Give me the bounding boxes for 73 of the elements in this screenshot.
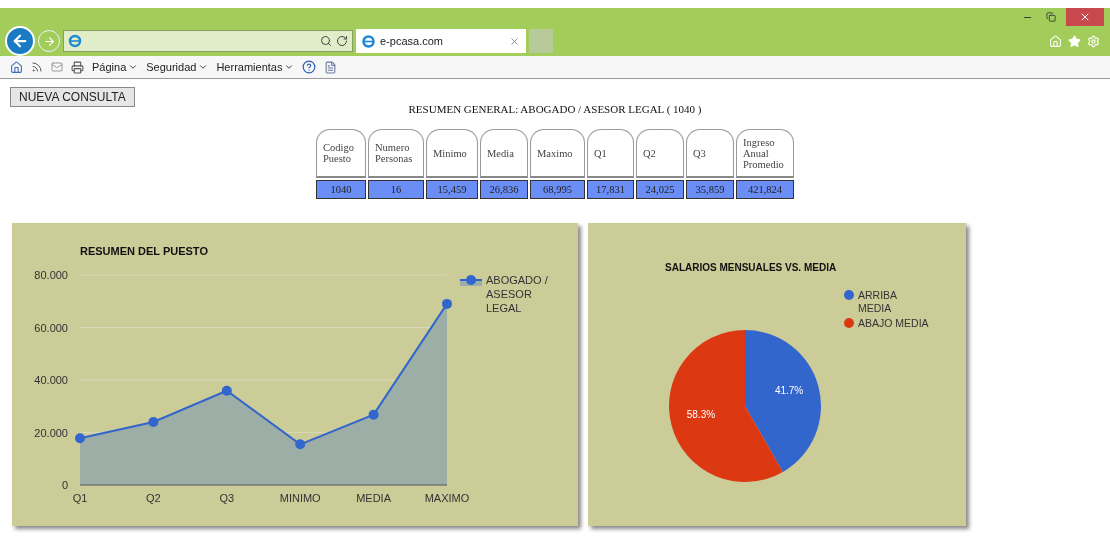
column-header: Q1: [587, 129, 634, 178]
table-cell: 17,831: [587, 180, 634, 199]
back-button[interactable]: [5, 26, 35, 56]
arrow-right-icon: [42, 34, 56, 48]
address-field[interactable]: [63, 30, 353, 52]
table-cell: 1040: [316, 180, 366, 199]
slice-value-label: 41.7%: [774, 385, 804, 397]
globe-e-icon: [362, 34, 375, 48]
caret-icon: [128, 62, 139, 72]
table-cell: 24,025: [636, 180, 684, 199]
legend-marker-icon: [459, 275, 483, 286]
home-icon[interactable]: [10, 60, 23, 74]
y-tick-label: 0: [61, 479, 68, 491]
x-tick-label: Q3: [219, 492, 235, 504]
x-tick-label: MINIMO: [279, 492, 321, 504]
toolbar-menu[interactable]: Seguridad: [146, 61, 209, 73]
summary-title: RESUMEN GENERAL: ABOGADO / ASESOR LEGAL ( 1040 ): [407, 103, 703, 115]
y-tick-label: 80.000: [34, 269, 68, 281]
x-tick-label: MAXIMO: [424, 492, 470, 504]
close-icon: [1079, 11, 1091, 23]
data-point: [295, 439, 306, 450]
table-cell: 16: [368, 180, 424, 199]
table-cell: 68,995: [530, 180, 585, 199]
table-cell: 421,824: [736, 180, 794, 199]
column-header: Minimo: [426, 129, 478, 178]
legend-label: ABAJO MEDIA: [858, 317, 929, 329]
column-header: Q2: [636, 129, 684, 178]
x-tick-label: MEDIA: [356, 492, 391, 504]
x-tick-label: Q1: [72, 492, 88, 504]
column-header: Q3: [686, 129, 734, 178]
help-icon[interactable]: [302, 60, 317, 74]
tab-title: e-pcasa.com: [380, 35, 444, 47]
toolbar-menu[interactable]: Página: [92, 61, 139, 73]
new-query-button[interactable]: NUEVA CONSULTA: [10, 87, 135, 107]
rss-icon[interactable]: [31, 61, 43, 73]
refresh-icon[interactable]: [336, 35, 348, 47]
forward-button[interactable]: [38, 30, 60, 52]
printer-icon[interactable]: [71, 60, 84, 74]
column-header: Media: [480, 129, 528, 178]
legend-label: ABOGADO / ASESOR LEGAL: [486, 274, 548, 314]
column-header: Ingreso Anual Promedio: [736, 129, 794, 178]
close-button[interactable]: [1066, 8, 1104, 26]
star-icon[interactable]: [1068, 34, 1081, 48]
table-cell: 15,459: [426, 180, 478, 199]
caret-icon: [284, 62, 295, 72]
chart-title: RESUMEN DEL PUESTO: [80, 245, 208, 257]
globe-e-icon: [68, 34, 82, 48]
slice-value-label: 58.3%: [686, 408, 716, 420]
column-header: Maximo: [530, 129, 585, 178]
data-point: [148, 417, 159, 427]
toolbar-menu[interactable]: Herramientas: [216, 61, 295, 73]
legend-label: ARRIBA MEDIA: [858, 289, 898, 314]
y-tick-label: 40.000: [34, 374, 68, 386]
column-header: Numero Personas: [368, 129, 424, 178]
x-tick-label: Q2: [146, 492, 161, 504]
column-header: Codigo Puesto: [316, 129, 366, 178]
browser-tab[interactable]: e-pcasa.com: [356, 29, 526, 53]
mail-icon[interactable]: [51, 61, 63, 73]
search-icon[interactable]: [320, 35, 332, 47]
caret-icon: [198, 62, 209, 72]
y-tick-label: 60.000: [34, 321, 68, 334]
table-cell: 35,859: [686, 180, 734, 199]
y-tick-label: 20.000: [34, 426, 68, 439]
data-point: [75, 433, 85, 444]
data-point: [368, 409, 379, 420]
document-icon[interactable]: [324, 60, 338, 74]
table-cell: 26,836: [480, 180, 528, 199]
restore-icon: [1046, 12, 1056, 22]
data-point: [221, 385, 232, 396]
data-point: [442, 298, 452, 309]
chart-title: SALARIOS MENSUALES VS. MEDIA: [665, 262, 837, 273]
close-tab-icon[interactable]: [509, 35, 520, 47]
settings-icon[interactable]: [1087, 34, 1100, 48]
